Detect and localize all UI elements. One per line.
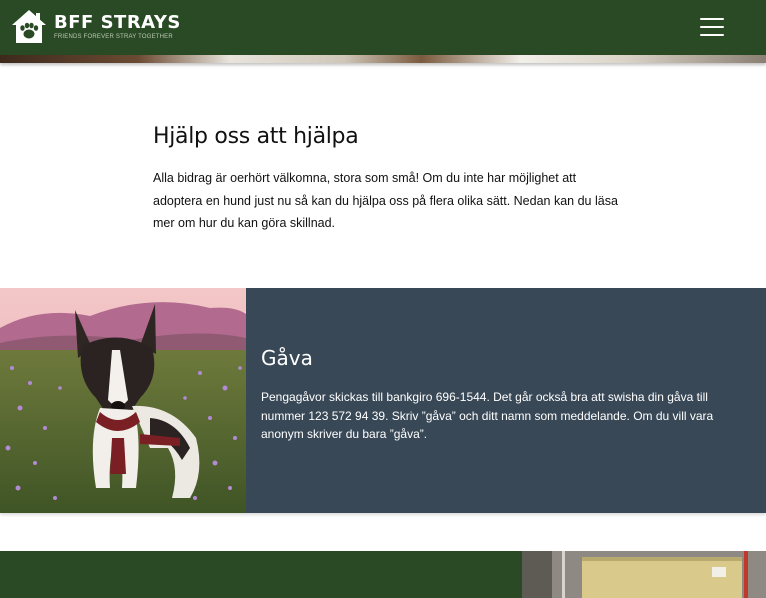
site-logo[interactable]: BFF STRAYS Friends forever stray togethe…: [10, 8, 181, 46]
intro-section: Hjälp oss att hjälpa Alla bidrag är oerh…: [153, 124, 623, 235]
intro-text: Alla bidrag är oerhört välkomna, stora s…: [153, 171, 618, 230]
next-section-panel: [0, 551, 522, 598]
gift-section: Gåva Pengagåvor skickas till bankgiro 69…: [0, 288, 766, 513]
menu-bar: [700, 34, 724, 36]
hero-image-strip: [0, 55, 766, 63]
gift-title: Gåva: [261, 346, 313, 370]
dog-in-flower-field-photo: [0, 288, 246, 513]
logo-title: BFF STRAYS: [54, 12, 181, 33]
gift-description: Pengagåvor skickas till bankgiro 696-154…: [261, 390, 714, 441]
logo-text: BFF STRAYS Friends forever stray togethe…: [54, 13, 181, 41]
menu-bar: [700, 18, 724, 20]
menu-bar: [700, 26, 724, 28]
gift-text: Gåva Pengagåvor skickas till bankgiro 69…: [261, 346, 753, 444]
gate-photo: [522, 551, 766, 598]
page-title: Hjälp oss att hjälpa: [153, 124, 359, 149]
site-header: BFF STRAYS Friends forever stray togethe…: [0, 0, 766, 55]
house-paw-icon: [10, 8, 48, 46]
hamburger-menu-icon[interactable]: [698, 14, 726, 40]
logo-tagline: Friends forever stray together: [54, 34, 173, 40]
